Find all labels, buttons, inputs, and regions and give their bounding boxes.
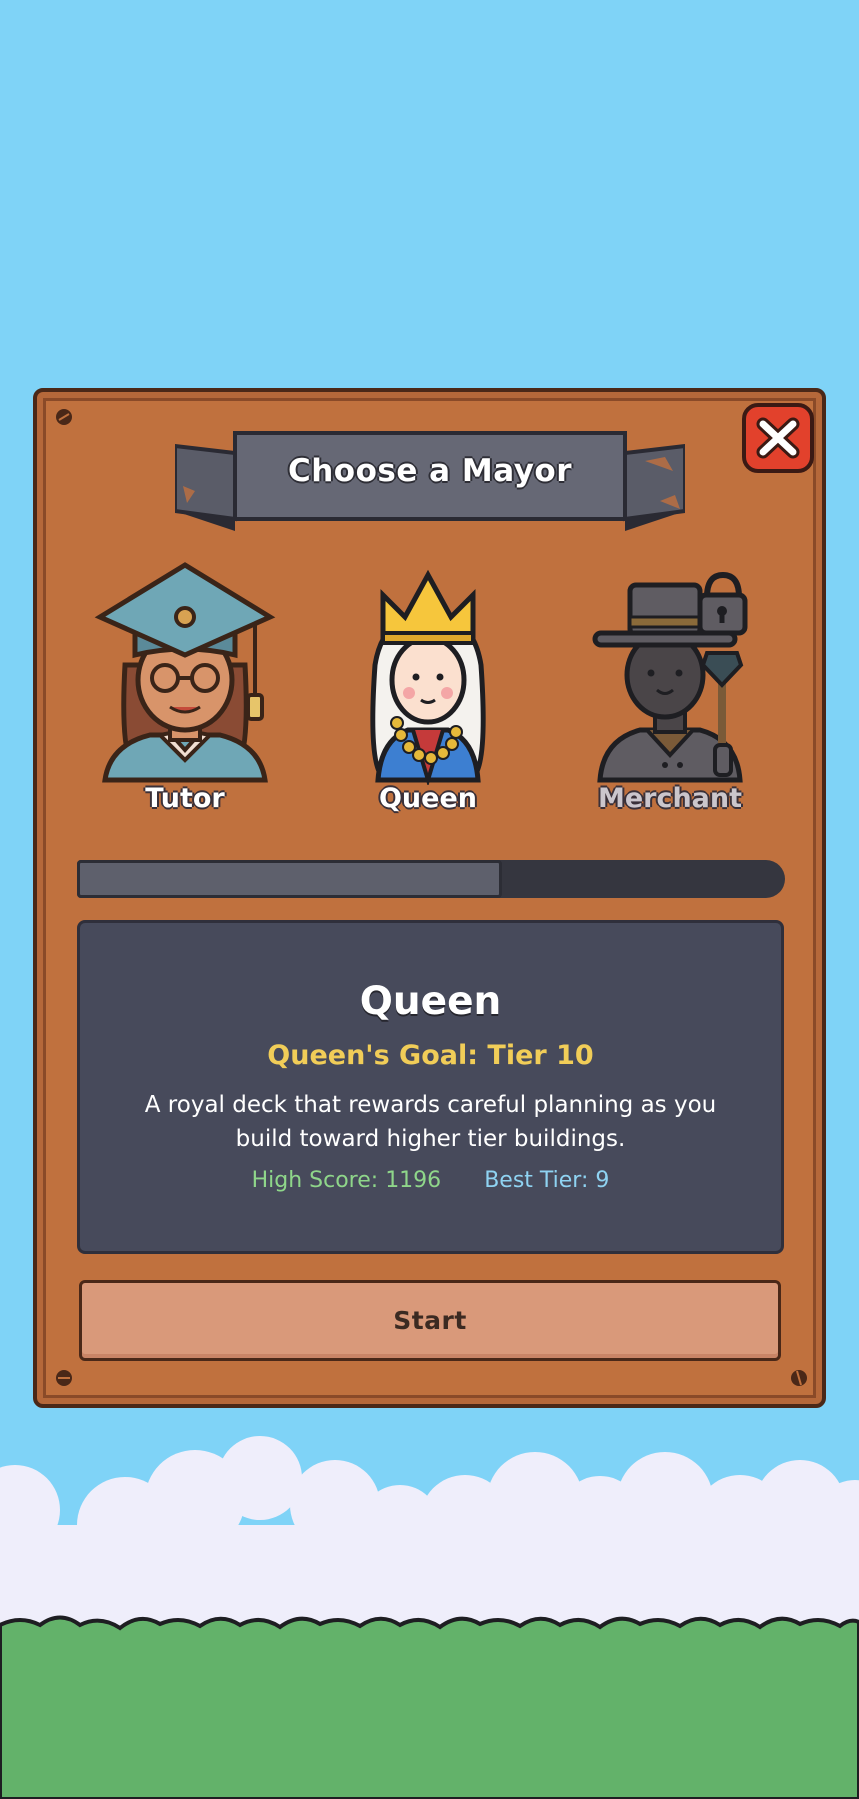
queen-crown-avatar	[370, 569, 486, 785]
mayor-option-queen[interactable]: Queen	[313, 555, 543, 825]
best-tier: Best Tier: 9	[484, 1168, 610, 1193]
merchant-hat-avatar	[592, 571, 748, 783]
mayor-label-merchant: Merchant	[597, 783, 743, 814]
start-button[interactable]: Start	[79, 1280, 781, 1361]
selected-mayor-name: Queen	[359, 979, 502, 1024]
padlock-icon	[697, 571, 748, 636]
mayor-option-merchant[interactable]: Merchant	[555, 555, 785, 825]
start-button-label: Start	[393, 1306, 467, 1335]
mayor-stats: High Score: 1196 Best Tier: 9	[80, 1168, 781, 1193]
mayor-select-panel	[33, 388, 826, 1408]
close-button[interactable]	[741, 402, 815, 474]
mayor-option-tutor[interactable]: Tutor	[70, 555, 300, 825]
grass	[0, 1615, 859, 1799]
mayor-goal: Queen's Goal: Tier 10	[267, 1040, 594, 1071]
dialog-title: Choose a Mayor	[287, 453, 572, 489]
screw-icon	[56, 409, 72, 425]
mayor-progress-fill	[77, 860, 502, 898]
screw-icon	[56, 1370, 72, 1386]
mayor-label-tutor: Tutor	[145, 783, 225, 814]
mayor-label-queen: Queen	[378, 783, 478, 814]
mayor-details-box: Queen Queen's Goal: Tier 10 A royal deck…	[77, 920, 784, 1254]
high-score: High Score: 1196	[251, 1168, 442, 1193]
tutor-graduate-avatar	[94, 562, 276, 783]
mayor-progress-track	[77, 860, 785, 898]
mayor-description: A royal deck that rewards careful planni…	[144, 1092, 717, 1152]
screw-icon	[791, 1370, 807, 1386]
